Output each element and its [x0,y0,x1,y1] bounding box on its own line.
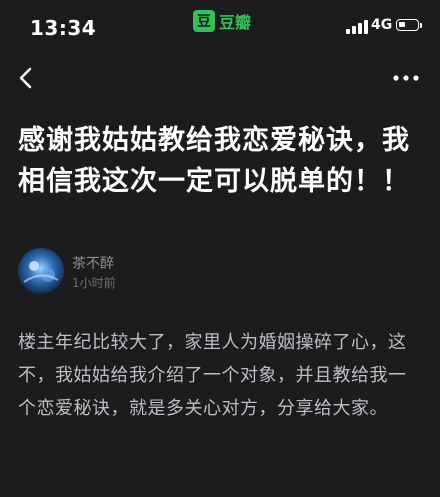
post-time: 1小时前 [72,276,116,290]
avatar-image [18,248,64,294]
post-title: 感谢我姑姑教给我恋爱秘诀，我相信我这次一定可以脱单的！！ [18,125,410,197]
brand-name: 豆瓣 [219,13,252,32]
more-dots-icon [393,75,419,81]
more-button[interactable] [386,60,426,96]
app-brand: 豆 豆瓣 [193,9,251,33]
chevron-left-icon [19,67,32,89]
battery-icon [396,19,419,31]
status-time: 13:34 [30,16,97,40]
status-bar: 13:34 豆 豆瓣 4G [0,0,440,54]
douban-logo-icon: 豆 [193,10,215,32]
author-name[interactable]: 茶不醉 [72,253,114,273]
signal-icon [346,18,368,34]
back-button[interactable] [10,58,50,98]
network-type: 4G [371,17,393,33]
battery-tip [420,23,422,28]
author-avatar[interactable] [18,248,64,294]
battery-level [399,22,405,27]
post-body: 楼主年纪比较大了，家里人为婚姻操碎了心，这不，我姑姑给我介绍了一个对象，并且教给… [18,332,407,419]
